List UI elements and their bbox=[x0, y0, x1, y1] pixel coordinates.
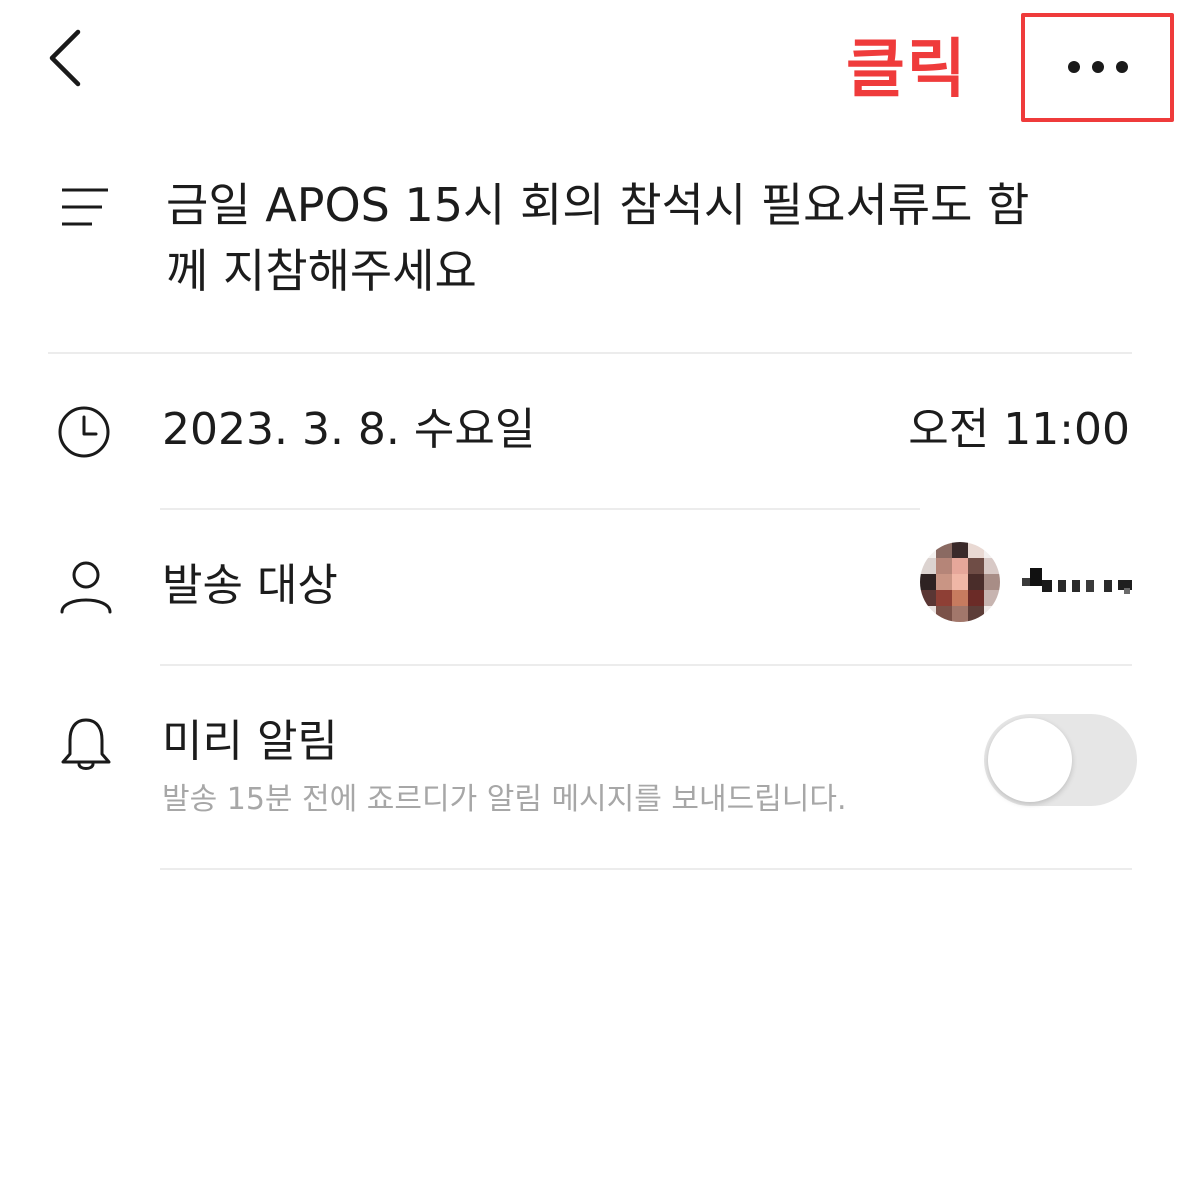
memo-text-line-1: 금일 APOS 15시 회의 참석시 필요서류도 함 bbox=[166, 178, 1030, 232]
memo-text: 금일 APOS 15시 회의 참석시 필요서류도 함 께 지참해주세요 bbox=[166, 172, 1126, 304]
divider bbox=[160, 508, 920, 510]
username-redacted bbox=[1020, 566, 1138, 596]
divider bbox=[48, 352, 1132, 354]
text-lines-icon bbox=[60, 186, 110, 228]
avatar[interactable] bbox=[920, 542, 1000, 622]
schedule-date[interactable]: 2023. 3. 8. 수요일 bbox=[162, 402, 535, 458]
bell-icon bbox=[58, 714, 114, 770]
person-icon bbox=[58, 558, 114, 614]
reminder-description: 발송 15분 전에 죠르디가 알림 메시지를 보내드립니다. bbox=[162, 782, 847, 817]
divider bbox=[160, 664, 1132, 666]
recipient-label: 발송 대상 bbox=[162, 560, 338, 611]
annotation-label: 클릭 bbox=[846, 33, 968, 107]
back-button[interactable] bbox=[40, 26, 100, 90]
toggle-knob bbox=[988, 718, 1072, 802]
reminder-toggle[interactable] bbox=[984, 714, 1137, 806]
reminder-label: 미리 알림 bbox=[162, 716, 338, 767]
memo-text-line-2: 께 지참해주세요 bbox=[166, 244, 477, 298]
more-options-button[interactable] bbox=[1024, 14, 1172, 120]
chevron-left-icon bbox=[49, 29, 81, 87]
clock-icon bbox=[56, 404, 112, 460]
divider bbox=[160, 868, 1132, 870]
schedule-time[interactable]: 오전 11:00 bbox=[880, 402, 1130, 458]
more-horizontal-icon bbox=[1068, 61, 1128, 73]
